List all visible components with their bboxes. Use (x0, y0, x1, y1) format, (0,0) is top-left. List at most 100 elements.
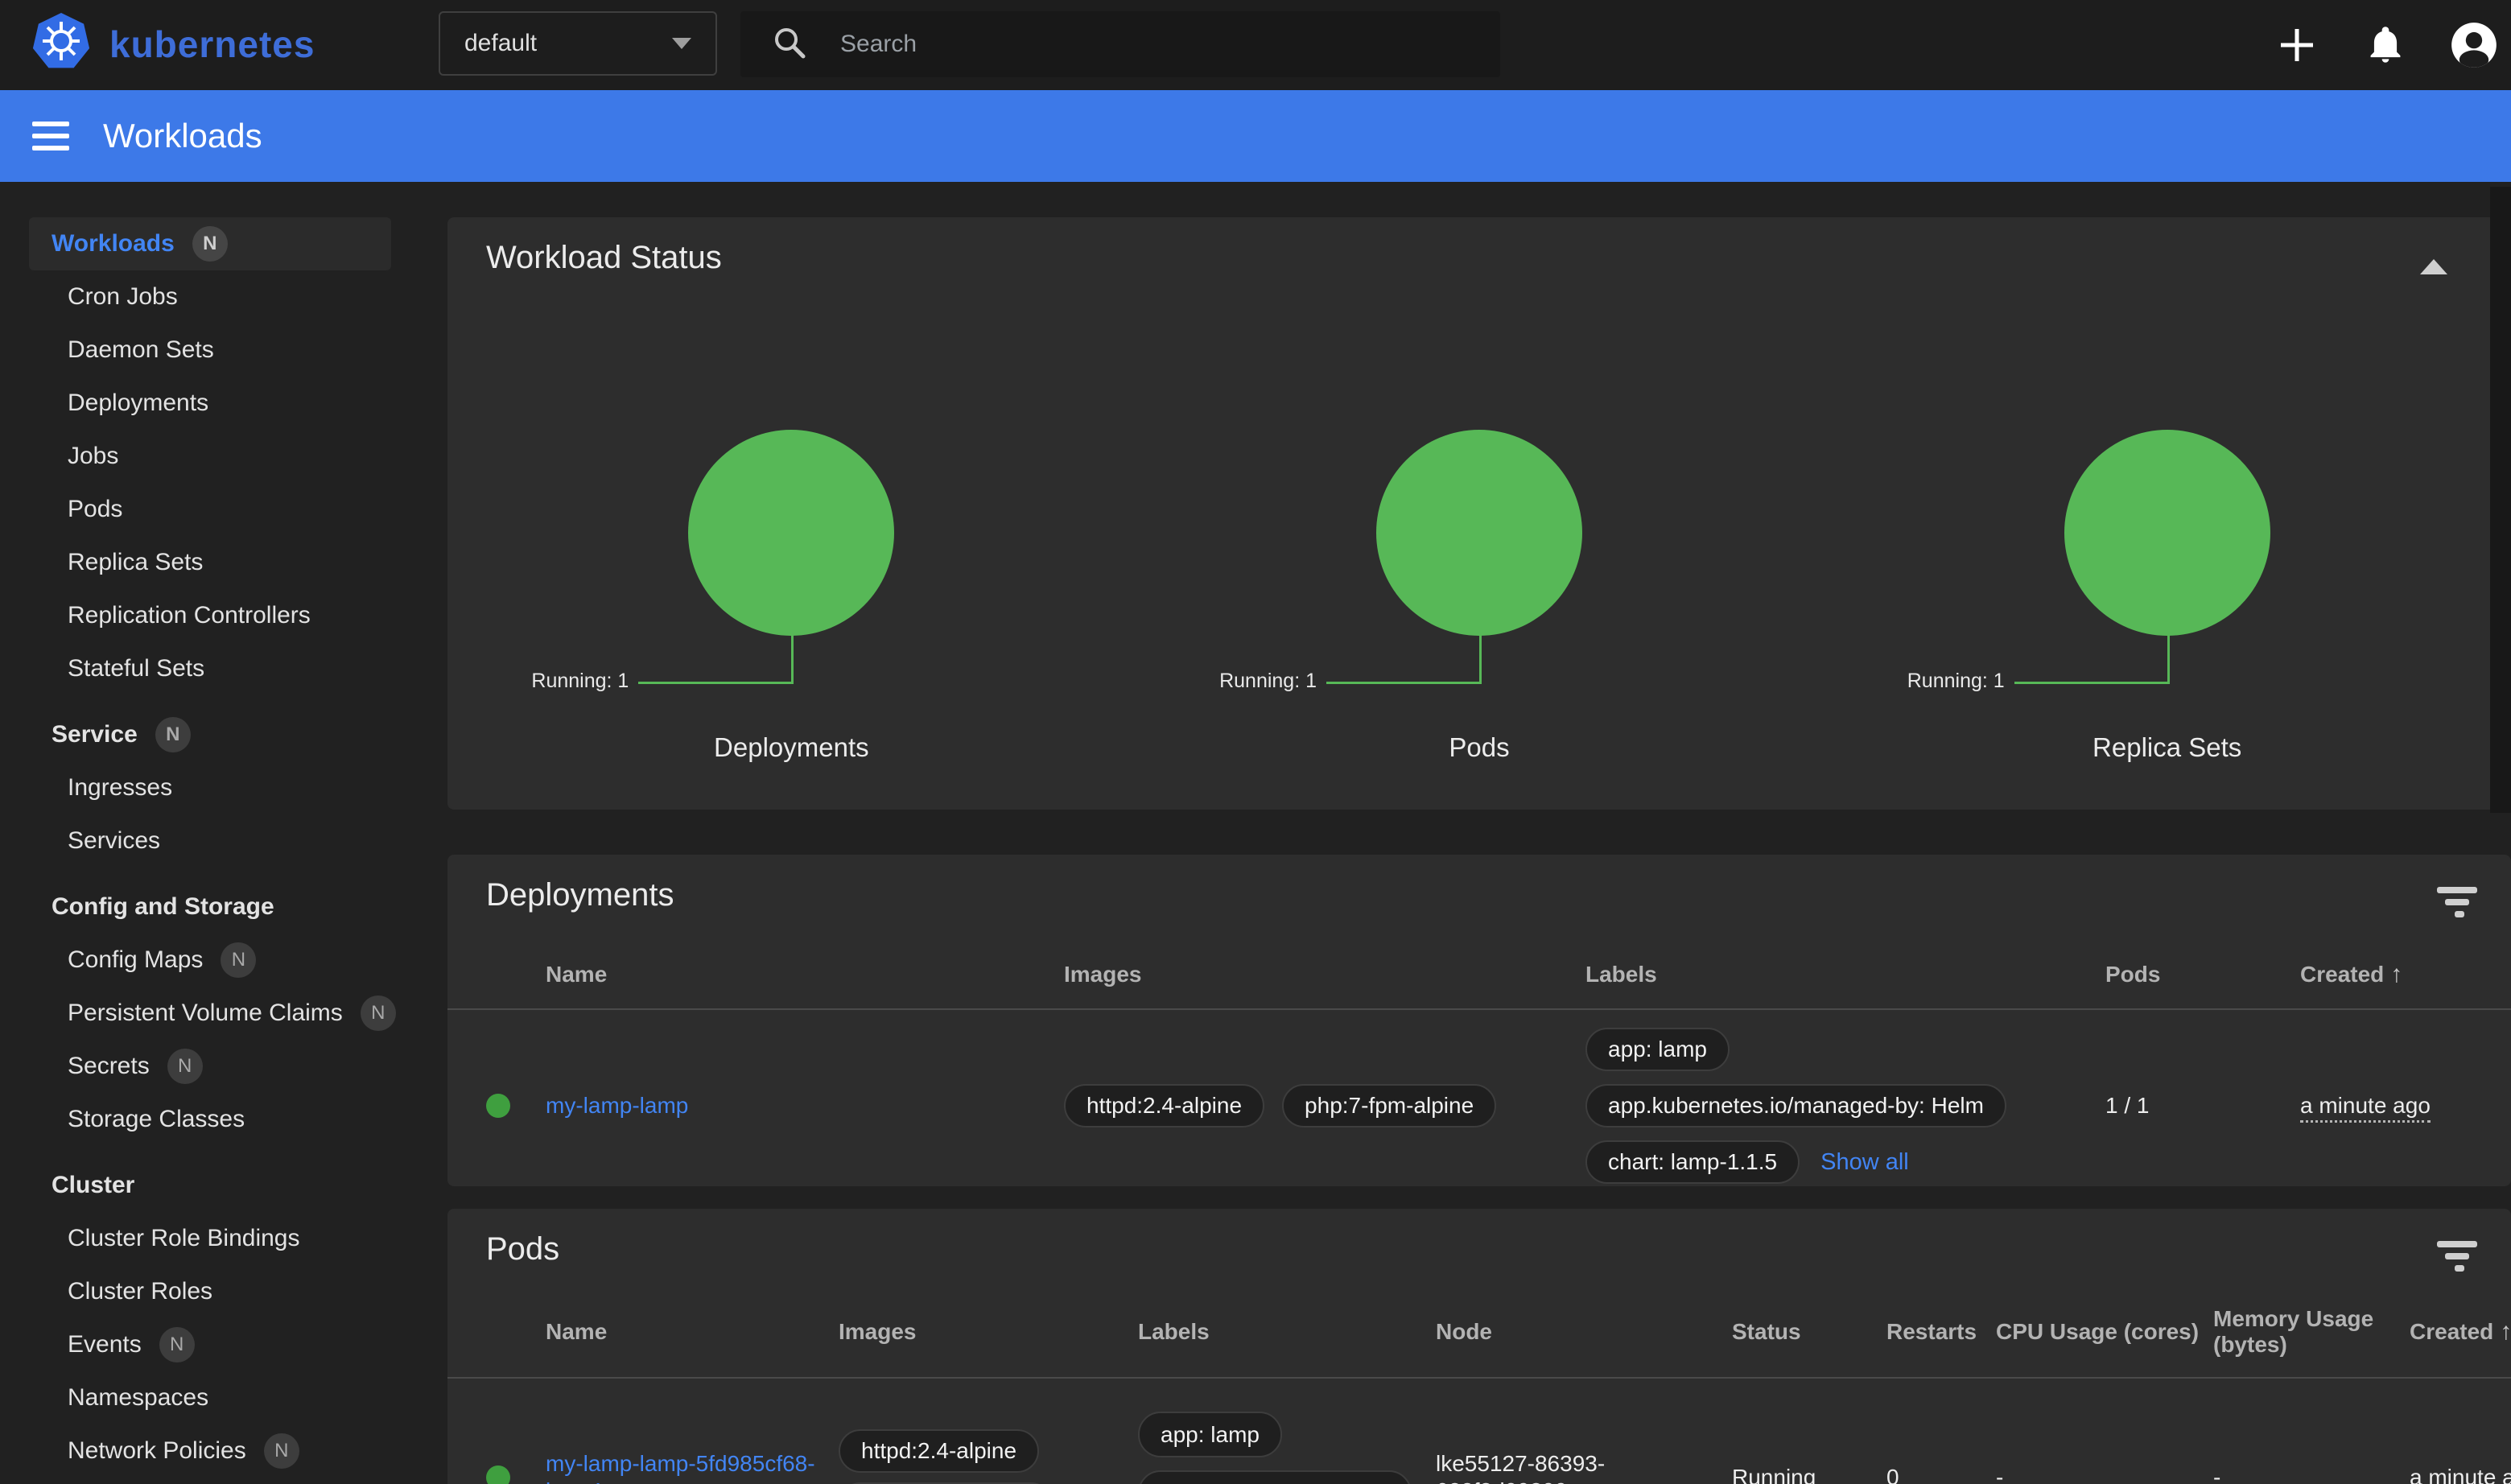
sidebar-item-cron-jobs[interactable]: Cron Jobs (29, 270, 391, 324)
sidebar-item-network-policies[interactable]: Network PoliciesN (29, 1424, 391, 1478)
notifications-bell-icon[interactable] (2360, 19, 2411, 71)
images-cell: httpd:2.4-alpine php:7-fpm-alpine (1064, 1084, 1585, 1127)
sidebar-item-label: Events (68, 1331, 142, 1358)
sidebar-item-label: Stateful Sets (68, 655, 204, 682)
pod-name-link[interactable]: my-lamp-lamp-5fd985cf68-jwvz4 (546, 1451, 815, 1484)
sidebar-item-service[interactable]: Service N (29, 708, 391, 761)
sidebar-item-label: Pods (68, 496, 122, 523)
sidebar-item-workloads[interactable]: WorkloadsN (29, 217, 391, 270)
pie-slice-running (688, 430, 894, 636)
status-ok-dot (486, 1465, 510, 1484)
namespace-selected-value: default (464, 30, 672, 57)
vertical-scrollbar-thumb[interactable] (2490, 187, 2511, 813)
sidebar-item-cluster-role-bindings[interactable]: Cluster Role Bindings (29, 1212, 391, 1265)
column-header-images: Images (839, 1319, 1138, 1345)
deployments-card-title: Deployments (486, 877, 674, 913)
label-chip: php:7-fpm-alpine (1282, 1084, 1496, 1127)
user-account-avatar[interactable] (2448, 19, 2500, 71)
label-chip: app: lamp (1585, 1028, 1730, 1071)
column-header-status: Status (1732, 1319, 1886, 1345)
column-header-created[interactable]: Created ↑ (2300, 961, 2472, 988)
filter-icon[interactable] (2435, 884, 2479, 925)
sidebar-item-label: Replication Controllers (68, 602, 311, 629)
column-header-node: Node (1436, 1319, 1732, 1345)
column-header-labels: Labels (1138, 1319, 1436, 1345)
sidebar-item-stateful-sets[interactable]: Stateful Sets (29, 642, 391, 695)
namespace-selector[interactable]: default (439, 11, 717, 76)
sidebar-item-persistent-volume-claims[interactable]: Persistent Volume ClaimsN (29, 987, 391, 1040)
restarts-cell: 0 (1886, 1465, 1996, 1484)
new-badge: N (155, 717, 191, 752)
sidebar-item-deployments[interactable]: Deployments (29, 377, 391, 430)
workload-status-card: Workload Status Running: 1 Deployments R… (447, 217, 2511, 810)
sidebar-item-namespaces[interactable]: Namespaces (29, 1371, 391, 1424)
label-chip: chart: lamp-1.1.5 (1585, 1140, 1800, 1184)
sidebar-nav: WorkloadsNCron Jobs Daemon Sets Deployment… (0, 182, 402, 1484)
sidebar-item-replica-sets[interactable]: Replica Sets (29, 536, 391, 589)
search-input[interactable] (839, 30, 1500, 59)
chevron-down-icon (672, 38, 691, 49)
sort-ascending-icon: ↑ (2500, 1318, 2511, 1346)
memory-usage-cell: - (2213, 1465, 2410, 1484)
search-bar[interactable] (740, 11, 1500, 77)
column-header-cpu-usage: CPU Usage (cores) (1996, 1319, 2213, 1345)
sidebar-item-storage-classes[interactable]: Storage Classes (29, 1093, 391, 1146)
new-badge: N (167, 1049, 203, 1084)
sidebar-item-label: Persistent Volume Claims (68, 1000, 343, 1027)
pie-legend-label: Running: 1 (531, 670, 629, 693)
menu-hamburger-icon[interactable] (32, 122, 69, 150)
new-badge: N (192, 226, 228, 262)
label-chip: httpd:2.4-alpine (1064, 1084, 1264, 1127)
sidebar-item-label: Storage Classes (68, 1106, 245, 1133)
sidebar-item-label: Config and Storage (52, 893, 274, 921)
sidebar-item-label: Cluster Role Bindings (68, 1225, 299, 1252)
pie-chart-deployments: Running: 1 Deployments (447, 217, 1136, 810)
sidebar-item-services[interactable]: Services (29, 814, 391, 868)
pie-chart-title: Deployments (447, 732, 1136, 763)
column-header-name[interactable]: Name (546, 962, 1064, 987)
sidebar-item-events[interactable]: Events N (29, 1318, 391, 1371)
kubernetes-logo[interactable]: kubernetes (31, 11, 315, 76)
filter-icon[interactable] (2435, 1238, 2479, 1279)
cpu-usage-cell: - (1996, 1465, 2213, 1484)
pie-chart-title: Pods (1136, 732, 1824, 763)
label-chip: app.kubernetes.io/managed-by: Helm (1585, 1084, 2006, 1127)
sidebar-item-label: Service (52, 721, 138, 748)
column-header-images: Images (1064, 962, 1585, 987)
sidebar-item-label: Network Policies (68, 1437, 246, 1465)
label-chip: app: lamp (1138, 1412, 1282, 1457)
sidebar-item-cluster-roles[interactable]: Cluster Roles (29, 1265, 391, 1318)
sidebar-item-cluster[interactable]: Cluster (29, 1159, 391, 1212)
sidebar-item-config-maps[interactable]: Config MapsN (29, 934, 391, 987)
column-header-name[interactable]: Name (546, 1319, 839, 1345)
column-header-pods: Pods (2105, 962, 2300, 987)
sidebar-item-replication-controllers[interactable]: Replication Controllers (29, 589, 391, 642)
create-new-resource-button[interactable] (2271, 19, 2323, 71)
sidebar-item-daemon-sets[interactable]: Daemon Sets (29, 324, 391, 377)
pods-card: Pods Name Images Labels Node Status Rest… (447, 1209, 2511, 1484)
deployments-card: Deployments Name Images Labels Pods Crea… (447, 855, 2511, 1186)
kubernetes-logo-text: kubernetes (109, 23, 315, 66)
column-header-created[interactable]: Created ↑ (2410, 1318, 2511, 1346)
sidebar-item-label: Replica Sets (68, 549, 203, 576)
kubernetes-logo-icon (31, 11, 92, 76)
sidebar-item-secrets[interactable]: SecretsN (29, 1040, 391, 1093)
status-ok-dot (486, 1094, 510, 1118)
sidebar-item-jobs[interactable]: Jobs (29, 430, 391, 483)
pods-count-cell: 1 / 1 (2105, 1093, 2300, 1119)
sidebar-item-pods[interactable]: Pods (29, 483, 391, 536)
sidebar-item-config-and-storage[interactable]: Config and Storage (29, 880, 391, 934)
show-all-labels-link[interactable]: Show all (1820, 1149, 1909, 1176)
new-badge: N (221, 942, 256, 978)
new-badge: N (361, 996, 396, 1031)
node-cell: lke55127-86393-622f8d09399a (1436, 1450, 1732, 1484)
pie-chart-pods: Running: 1 Pods (1136, 217, 1824, 810)
sidebar-item-label: Daemon Sets (68, 336, 214, 364)
column-header-labels: Labels (1585, 962, 2105, 987)
table-row: my-lamp-lamp-5fd985cf68-jwvz4 httpd:2.4-… (447, 1379, 2511, 1484)
sidebar-item-ingresses[interactable]: Ingresses (29, 761, 391, 814)
column-header-restarts: Restarts (1886, 1319, 1996, 1345)
deployment-name-link[interactable]: my-lamp-lamp (546, 1093, 688, 1118)
new-badge: N (159, 1327, 195, 1362)
page-title: Workloads (103, 117, 262, 155)
